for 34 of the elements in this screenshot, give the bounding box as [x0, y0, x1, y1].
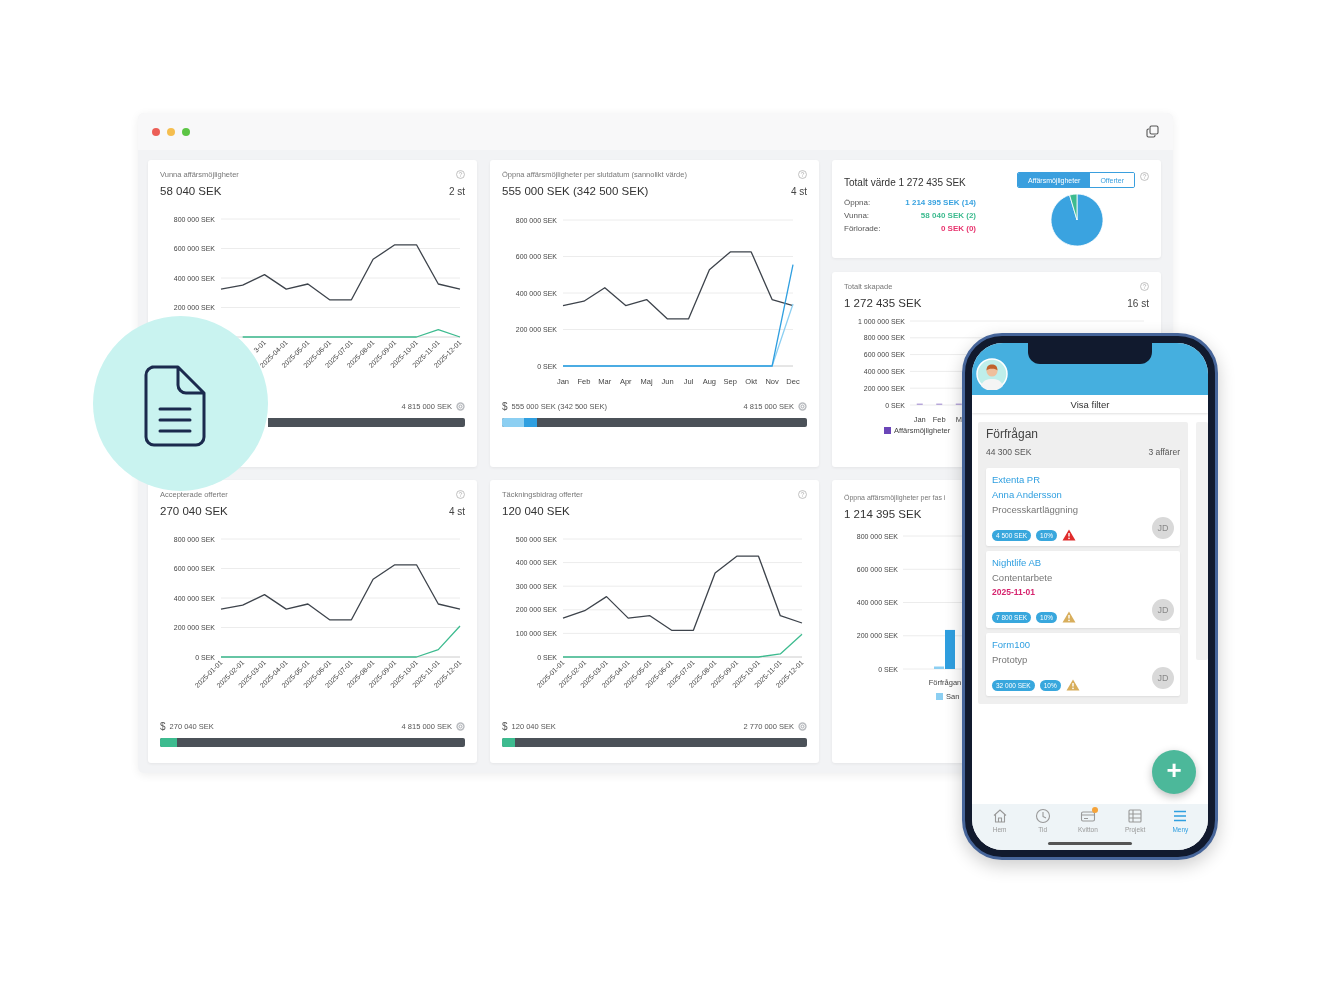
row-label: Öppna: [844, 198, 872, 207]
row-label: Förlorade: [844, 224, 882, 233]
column-total: 44 300 SEK [986, 447, 1032, 457]
deal-title: Form100 [992, 639, 1031, 650]
deal-description: Contentarbete [992, 572, 1054, 583]
row-value: 1 214 395 SEK (14) [905, 198, 976, 207]
card-title: Totalt värde 1 272 435 SEK [844, 177, 966, 188]
deal-title: Nightlife AB [992, 557, 1043, 568]
currency-symbol: $ [160, 720, 166, 732]
currency-symbol: $ [502, 400, 508, 412]
deal-date: 2025-11-01 [992, 587, 1036, 597]
assignee-avatar: JD [1152, 667, 1174, 689]
column-count: 3 affärer [1148, 447, 1180, 457]
card-value: 58 040 SEK [160, 185, 222, 197]
column-title: Förfrågan [986, 427, 1040, 441]
row-label: Vunna: [844, 211, 871, 220]
card-count: 4 st [448, 505, 465, 517]
card-value: 270 040 SEK [160, 505, 228, 517]
assignee-avatar: JD [1152, 517, 1174, 539]
card-count: 16 st [1127, 297, 1149, 309]
currency-symbol: $ [502, 720, 508, 732]
card-count: 4 st [790, 185, 807, 197]
deal-description: Prototyp [992, 654, 1029, 665]
row-value: 58 040 SEK (2) [920, 211, 976, 220]
card-value: 1 214 395 SEK [844, 508, 922, 520]
row-value: 0 SEK (0) [940, 224, 976, 233]
card-count: 2 st [448, 185, 465, 197]
deal-description: Processkartläggning [992, 504, 1080, 515]
deal-title: Extenta PR [992, 474, 1042, 485]
card-value: 120 040 SEK [502, 505, 570, 517]
assignee-avatar: JD [1152, 599, 1174, 621]
card-value: 1 272 435 SEK [844, 297, 922, 309]
deal-title: Anna Andersson [992, 489, 1063, 500]
card-value: 555 000 SEK (342 500 SEK) [502, 185, 649, 197]
